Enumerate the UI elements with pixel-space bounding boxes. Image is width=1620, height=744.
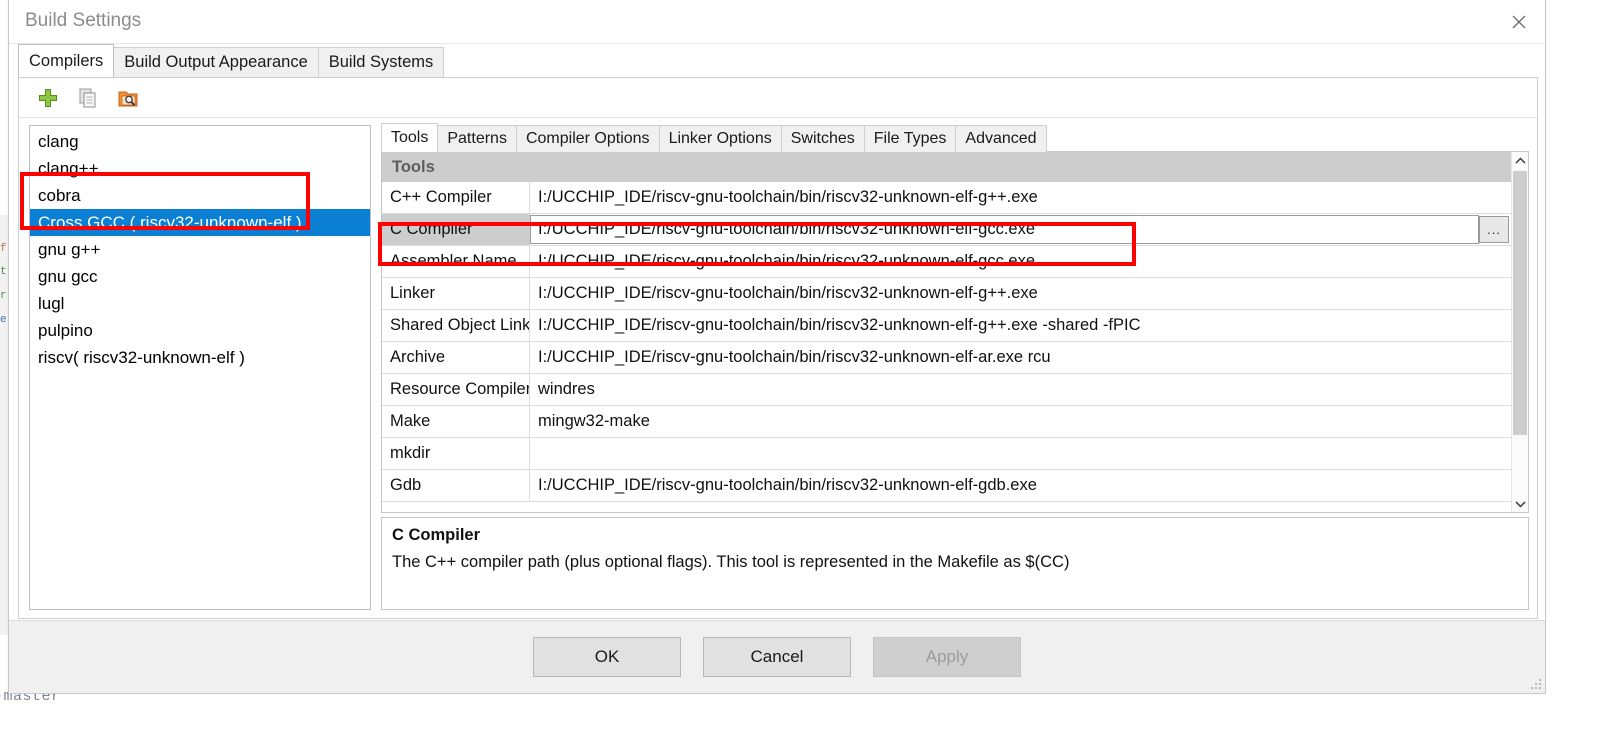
compiler-list[interactable]: clang clang++ cobra Cross GCC ( riscv32-… [29, 125, 371, 610]
tool-name: Linker [382, 278, 530, 309]
tab-advanced[interactable]: Advanced [955, 125, 1047, 152]
tool-name: C++ Compiler [382, 182, 530, 213]
list-item[interactable]: clang++ [30, 155, 370, 182]
tools-table: Tools C++ Compiler I:/UCCHIP_IDE/riscv-g… [381, 151, 1529, 513]
list-item[interactable]: riscv( riscv32-unknown-elf ) [30, 344, 370, 371]
tool-value[interactable]: windres [530, 374, 1511, 405]
tool-name: mkdir [382, 438, 530, 469]
table-row-selected[interactable]: C Compiler I:/UCCHIP_IDE/riscv-gnu-toolc… [382, 214, 1511, 246]
list-item[interactable]: pulpino [30, 317, 370, 344]
tool-name: Gdb [382, 470, 530, 501]
tab-tools[interactable]: Tools [381, 123, 439, 152]
copy-icon[interactable] [77, 87, 99, 109]
tab-build-output-appearance[interactable]: Build Output Appearance [113, 47, 319, 77]
scroll-down-icon[interactable] [1512, 495, 1528, 512]
scrollbar-thumb[interactable] [1513, 171, 1527, 435]
inner-tab-bar: Tools Patterns Compiler Options Linker O… [381, 123, 1047, 152]
table-row[interactable]: Archive I:/UCCHIP_IDE/riscv-gnu-toolchai… [382, 342, 1511, 374]
table-row[interactable]: mkdir [382, 438, 1511, 470]
scroll-up-icon[interactable] [1512, 152, 1528, 169]
tool-value[interactable]: I:/UCCHIP_IDE/riscv-gnu-toolchain/bin/ri… [530, 470, 1511, 501]
table-row[interactable]: Linker I:/UCCHIP_IDE/riscv-gnu-toolchain… [382, 278, 1511, 310]
table-row[interactable]: Gdb I:/UCCHIP_IDE/riscv-gnu-toolchain/bi… [382, 470, 1511, 502]
background-code-fragment: r [0, 290, 7, 302]
tab-patterns[interactable]: Patterns [437, 125, 517, 152]
tool-name: Archive [382, 342, 530, 373]
background-code-fragment: t [0, 266, 7, 278]
resize-grip[interactable] [1530, 678, 1542, 690]
dialog-title: Build Settings [25, 10, 142, 31]
tab-compiler-options[interactable]: Compiler Options [515, 125, 660, 152]
tab-linker-options[interactable]: Linker Options [658, 125, 782, 152]
tool-value[interactable]: I:/UCCHIP_IDE/riscv-gnu-toolchain/bin/ri… [530, 278, 1511, 309]
table-row[interactable]: C++ Compiler I:/UCCHIP_IDE/riscv-gnu-too… [382, 182, 1511, 214]
dialog-footer: OK Cancel Apply [9, 620, 1545, 693]
description-title: C Compiler [392, 526, 481, 544]
browse-button[interactable]: ... [1479, 216, 1509, 243]
tool-name: Make [382, 406, 530, 437]
table-row[interactable]: Resource Compiler windres [382, 374, 1511, 406]
compiler-toolbar [19, 78, 1537, 118]
tool-name: Resource Compiler [382, 374, 530, 405]
compilers-panel: clang clang++ cobra Cross GCC ( riscv32-… [18, 77, 1538, 619]
tool-value[interactable]: mingw32-make [530, 406, 1511, 437]
tool-value[interactable]: I:/UCCHIP_IDE/riscv-gnu-toolchain/bin/ri… [530, 310, 1511, 341]
tools-table-header: Tools [382, 152, 1511, 182]
apply-button: Apply [873, 637, 1021, 677]
table-row[interactable]: Make mingw32-make [382, 406, 1511, 438]
description-text: The C++ compiler path (plus optional fla… [392, 553, 1070, 571]
table-row[interactable]: Shared Object Linker I:/UCCHIP_IDE/riscv… [382, 310, 1511, 342]
tool-value-input[interactable]: I:/UCCHIP_IDE/riscv-gnu-toolchain/bin/ri… [530, 215, 1479, 244]
tool-name: C Compiler [382, 214, 530, 245]
tab-build-systems[interactable]: Build Systems [317, 47, 445, 77]
list-item[interactable]: lugl [30, 290, 370, 317]
background-code-fragment: f [0, 243, 7, 255]
description-panel: C Compiler The C++ compiler path (plus o… [381, 517, 1529, 610]
cancel-button[interactable]: Cancel [703, 637, 851, 677]
close-icon[interactable] [1493, 0, 1545, 43]
ok-button[interactable]: OK [533, 637, 681, 677]
list-item-selected[interactable]: Cross GCC ( riscv32-unknown-elf ) [30, 209, 370, 236]
list-item[interactable]: gnu gcc [30, 263, 370, 290]
tool-name: Shared Object Linker [382, 310, 530, 341]
background-code-fragment: e [0, 314, 7, 326]
table-scrollbar[interactable] [1511, 152, 1528, 512]
tool-value[interactable] [530, 438, 1511, 469]
tab-switches[interactable]: Switches [780, 125, 865, 152]
dialog-titlebar: Build Settings [9, 0, 1545, 44]
tab-compilers[interactable]: Compilers [18, 44, 115, 77]
tools-table-scroll-area: Tools C++ Compiler I:/UCCHIP_IDE/riscv-g… [382, 152, 1511, 512]
list-item[interactable]: clang [30, 128, 370, 155]
tool-value[interactable]: I:/UCCHIP_IDE/riscv-gnu-toolchain/bin/ri… [530, 182, 1511, 213]
tool-name: Assembler Name [382, 246, 530, 277]
tool-value[interactable]: I:/UCCHIP_IDE/riscv-gnu-toolchain/bin/ri… [530, 246, 1511, 277]
list-item[interactable]: cobra [30, 182, 370, 209]
table-row[interactable]: Assembler Name I:/UCCHIP_IDE/riscv-gnu-t… [382, 246, 1511, 278]
find-folder-icon[interactable] [117, 87, 139, 109]
tab-file-types[interactable]: File Types [863, 125, 957, 152]
outer-tab-bar: Compilers Build Output Appearance Build … [18, 44, 445, 77]
compiler-detail-pane: Tools Patterns Compiler Options Linker O… [381, 123, 1529, 610]
list-item[interactable]: gnu g++ [30, 236, 370, 263]
tool-value[interactable]: I:/UCCHIP_IDE/riscv-gnu-toolchain/bin/ri… [530, 342, 1511, 373]
add-icon[interactable] [37, 87, 59, 109]
build-settings-dialog: Build Settings Compilers Build Output Ap… [8, 0, 1546, 694]
